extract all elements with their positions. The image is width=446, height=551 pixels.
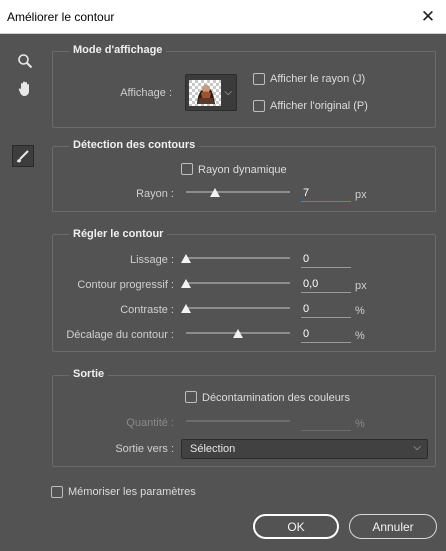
show-radius-checkbox[interactable]	[253, 73, 265, 85]
refine-brush-icon[interactable]	[12, 145, 34, 167]
display-mode-title: Mode d'affichage	[69, 44, 167, 56]
edge-detection-title: Détection des contours	[69, 139, 200, 151]
view-mode-dropdown[interactable]: ⌵	[185, 74, 237, 111]
chevron-down-icon: ⌵	[224, 87, 232, 98]
contrast-label: Contraste :	[120, 304, 174, 316]
smart-radius-checkbox[interactable]	[181, 163, 193, 175]
cancel-button[interactable]: Annuler	[349, 514, 437, 539]
chevron-down-icon: ⌵	[413, 442, 421, 453]
radius-slider-thumb[interactable]	[210, 188, 221, 197]
close-icon[interactable]: ✕	[416, 5, 440, 29]
ok-button[interactable]: OK	[253, 514, 339, 539]
decontaminate-checkbox[interactable]	[185, 391, 197, 403]
output-to-select[interactable]: Sélection ⌵	[181, 439, 428, 459]
output-title: Sortie	[69, 368, 109, 380]
decontaminate-label: Décontamination des couleurs	[202, 392, 350, 404]
smooth-input[interactable]: 0	[301, 252, 351, 268]
window-title: Améliorer le contour	[7, 10, 115, 24]
feather-label: Contour progressif :	[77, 279, 174, 291]
amount-unit: %	[355, 418, 365, 430]
contrast-unit: %	[355, 305, 365, 317]
radius-unit: px	[355, 189, 367, 201]
feather-slider-track[interactable]	[186, 282, 290, 284]
show-original-checkbox[interactable]	[253, 100, 265, 112]
shift-edge-unit: %	[355, 330, 365, 342]
amount-input	[301, 415, 351, 431]
show-original-label: Afficher l'original (P)	[270, 100, 368, 112]
view-thumbnail	[189, 80, 221, 106]
output-to-label: Sortie vers :	[115, 443, 174, 455]
edge-detection-group	[52, 146, 436, 212]
feather-unit: px	[355, 280, 367, 292]
remember-checkbox[interactable]	[51, 486, 63, 498]
amount-slider-track	[186, 420, 290, 422]
contrast-slider-track[interactable]	[186, 307, 290, 309]
smooth-slider-thumb[interactable]	[181, 254, 191, 263]
shift-edge-input[interactable]: 0	[301, 327, 351, 343]
output-to-value: Sélection	[190, 443, 236, 455]
radius-slider-track[interactable]	[186, 191, 290, 193]
radius-label: Rayon :	[136, 188, 174, 200]
hand-icon[interactable]	[14, 78, 36, 100]
amount-label: Quantité :	[126, 417, 174, 429]
shift-edge-label: Décalage du contour :	[66, 329, 174, 341]
smart-radius-label: Rayon dynamique	[198, 164, 287, 176]
contrast-input[interactable]: 0	[301, 302, 351, 318]
zoom-icon[interactable]	[14, 50, 36, 72]
view-label: Affichage :	[120, 87, 172, 99]
title-bar: Améliorer le contour ✕	[0, 0, 446, 34]
adjust-edge-title: Régler le contour	[69, 228, 168, 240]
contrast-slider-thumb[interactable]	[181, 304, 191, 313]
feather-slider-thumb[interactable]	[181, 279, 191, 288]
show-radius-label: Afficher le rayon (J)	[270, 73, 366, 85]
feather-input[interactable]: 0,0	[301, 277, 351, 293]
smooth-slider-track[interactable]	[186, 257, 290, 259]
shift-edge-slider-thumb[interactable]	[233, 329, 243, 338]
remember-label: Mémoriser les paramètres	[68, 486, 196, 498]
smooth-label: Lissage :	[129, 254, 174, 266]
radius-input[interactable]: 7	[301, 186, 351, 202]
